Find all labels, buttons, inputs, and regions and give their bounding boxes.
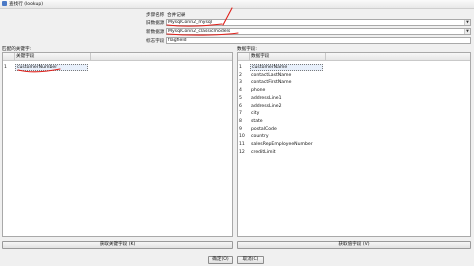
flag-field-value: flagfield	[168, 38, 187, 43]
new-source-value: MysqlConn2_classicmodels	[168, 29, 231, 34]
title-bar: 查找行 (lookup)	[0, 0, 474, 9]
row-number: 1	[239, 65, 242, 70]
cancel-button[interactable]: 取消(C)	[237, 256, 264, 264]
flag-field-input[interactable]: flagfield	[166, 37, 471, 44]
table-row[interactable]: 12 creditLimit	[238, 149, 470, 156]
row-number: 10	[239, 134, 245, 140]
data-field-cell[interactable]: contactFirstName	[250, 79, 291, 86]
data-field-cell[interactable]: customerName	[250, 64, 323, 71]
data-field-cell[interactable]: salesRepEmployeeNumber	[250, 141, 313, 148]
step-name-label: 步骤名称	[146, 12, 165, 18]
data-field-cell[interactable]: phone	[250, 87, 265, 94]
key-grid-header: 关键字段	[3, 53, 232, 61]
ok-button[interactable]: 确定(O)	[208, 256, 233, 264]
row-number: 11	[239, 142, 245, 147]
row-number: 3	[239, 80, 242, 86]
key-fields-grid[interactable]: 关键字段 1 customerNumber	[2, 52, 233, 237]
row-number: 7	[239, 111, 242, 117]
old-source-combo[interactable]: MysqlConn2_mysql ▼	[166, 19, 471, 26]
row-number: 2	[239, 72, 242, 78]
data-fields-grid[interactable]: 数据字段 1 customerName 2 contactLastName 3 …	[237, 52, 471, 237]
row-number-header	[3, 53, 15, 60]
get-value-fields-button[interactable]: 获取值字段 (V)	[237, 241, 471, 249]
table-row[interactable]: 11 salesRepEmployeeNumber	[238, 141, 470, 148]
data-field-cell[interactable]: state	[250, 118, 263, 125]
table-row[interactable]: 5 addressLine1	[238, 95, 470, 102]
data-field-cell[interactable]: addressLine1	[250, 95, 282, 102]
table-row[interactable]: 10 country	[238, 133, 470, 140]
new-source-label: 新数据源	[146, 29, 165, 35]
data-field-cell[interactable]: postalCode	[250, 126, 277, 133]
flag-field-label: 标志字段	[146, 38, 165, 44]
chevron-down-icon[interactable]: ▼	[464, 20, 470, 25]
table-row[interactable]: 7 city	[238, 110, 470, 117]
old-source-value: MysqlConn2_mysql	[168, 20, 213, 25]
window-title: 查找行 (lookup)	[9, 2, 44, 7]
get-key-fields-button[interactable]: 获取关键字段 (K)	[2, 241, 233, 249]
old-source-label: 旧数据源	[146, 20, 165, 26]
data-field-column-header[interactable]: 数据字段	[250, 53, 326, 60]
table-row[interactable]: 4 phone	[238, 87, 470, 94]
flag-field-row: 标志字段	[146, 37, 167, 44]
row-number: 4	[239, 88, 242, 94]
row-number: 5	[239, 95, 242, 101]
new-source-row: 新数据源	[146, 28, 167, 35]
app-icon	[2, 1, 7, 6]
key-field-cell[interactable]: customerNumber	[15, 64, 88, 71]
key-field-column-header[interactable]: 关键字段	[15, 53, 91, 60]
step-name-row: 步骤名称 合并记录	[146, 11, 185, 18]
chevron-down-icon[interactable]: ▼	[464, 29, 470, 34]
data-field-cell[interactable]: city	[250, 110, 259, 117]
table-row[interactable]: 3 contactFirstName	[238, 79, 470, 86]
row-number: 8	[239, 118, 242, 124]
data-grid-header: 数据字段	[238, 53, 470, 61]
row-number: 6	[239, 103, 242, 109]
data-field-cell[interactable]: addressLine2	[250, 103, 282, 110]
table-row[interactable]: 1 customerName	[238, 64, 470, 71]
new-source-combo[interactable]: MysqlConn2_classicmodels ▼	[166, 28, 471, 35]
data-field-cell[interactable]: contactLastName	[250, 72, 291, 79]
data-field-cell[interactable]: country	[250, 133, 269, 140]
table-row[interactable]: 2 contactLastName	[238, 72, 470, 79]
table-row[interactable]: 8 state	[238, 118, 470, 125]
old-source-row: 旧数据源	[146, 19, 167, 26]
data-field-cell[interactable]: creditLimit	[250, 149, 276, 156]
table-row[interactable]: 1 customerNumber	[3, 64, 232, 71]
row-number-header	[238, 53, 250, 60]
table-row[interactable]: 9 postalCode	[238, 126, 470, 133]
row-number: 12	[239, 149, 245, 155]
step-name-value: 合并记录	[167, 12, 186, 18]
row-number: 1	[4, 65, 7, 70]
row-number: 9	[239, 126, 242, 132]
table-row[interactable]: 6 addressLine2	[238, 103, 470, 110]
